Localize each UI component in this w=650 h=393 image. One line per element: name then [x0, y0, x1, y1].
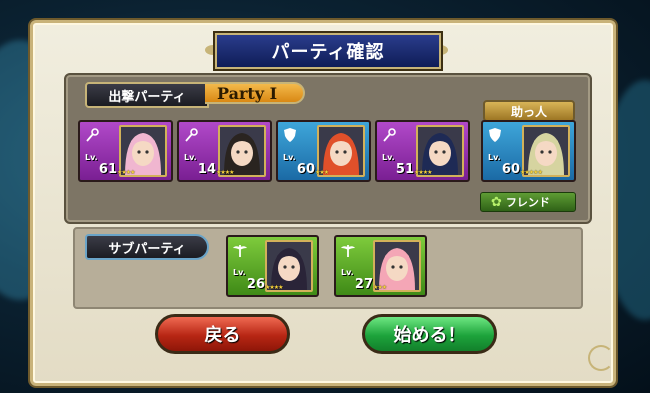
- level-value: 14: [197, 162, 216, 177]
- staff-icon: [380, 126, 398, 144]
- sub-party-member-slot[interactable]: Lv. 27 ★★★: [334, 235, 427, 297]
- winged-staff-icon: [339, 241, 357, 259]
- staff-icon: [182, 126, 200, 144]
- shield-icon: [486, 126, 504, 144]
- party-member-slot[interactable]: Lv. 51 ★★★★: [375, 120, 470, 182]
- back-button[interactable]: 戻る: [155, 314, 290, 354]
- sub-party-label: サブパーティ: [85, 234, 209, 260]
- clover-icon: ✿: [491, 194, 502, 210]
- level-value: 26: [246, 277, 265, 292]
- winged-staff-icon: [231, 241, 249, 259]
- party-member-slot[interactable]: Lv. 61 ★★★★: [78, 120, 173, 182]
- level-label: Lv.: [488, 153, 501, 162]
- level-label: Lv.: [283, 153, 296, 162]
- level-value: 60: [501, 162, 520, 177]
- rarity-stars: ★★★★: [216, 169, 234, 176]
- level-value: 61: [98, 162, 117, 177]
- shield-icon: [281, 126, 299, 144]
- dialog-title-text: パーティ確認: [271, 42, 385, 63]
- rarity-stars: ★★★: [315, 169, 329, 176]
- corner-ornament: [588, 345, 614, 371]
- start-button[interactable]: 始める！: [362, 314, 497, 354]
- level-label: Lv.: [85, 153, 98, 162]
- level-label: Lv.: [184, 153, 197, 162]
- level-value: 27: [354, 277, 373, 292]
- level-label: Lv.: [382, 153, 395, 162]
- rarity-stars: ★★★: [373, 284, 387, 291]
- level-value: 51: [395, 162, 414, 177]
- rarity-stars: ★★★★: [414, 169, 432, 176]
- main-party-label: 出撃パーティ: [85, 82, 209, 108]
- staff-icon: [83, 126, 101, 144]
- rarity-stars: ★★★★: [117, 169, 135, 176]
- helper-member-slot[interactable]: Lv. 60 ★★★★★: [481, 120, 576, 182]
- dialog-title: パーティ確認: [215, 33, 441, 69]
- helper-label: 助っ人: [483, 100, 575, 122]
- rarity-stars: ★★★★: [265, 284, 283, 291]
- rarity-stars: ★★★★★: [520, 169, 543, 176]
- friend-badge: ✿ フレンド: [480, 192, 576, 212]
- party-member-slot[interactable]: Lv. 60 ★★★: [276, 120, 371, 182]
- level-label: Lv.: [341, 268, 354, 277]
- party-member-slot[interactable]: Lv. 14 ★★★★: [177, 120, 272, 182]
- level-value: 60: [296, 162, 315, 177]
- sub-party-member-slot[interactable]: Lv. 26 ★★★★: [226, 235, 319, 297]
- party-name-tab[interactable]: Party I: [205, 82, 305, 104]
- friend-badge-label: フレンド: [505, 196, 550, 209]
- level-label: Lv.: [233, 268, 246, 277]
